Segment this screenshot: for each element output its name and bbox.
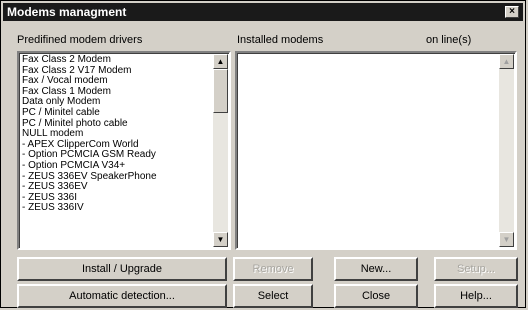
close-button[interactable]: Close — [334, 284, 418, 308]
install-upgrade-button[interactable]: Install / Upgrade — [17, 257, 227, 281]
new-button[interactable]: New... — [334, 257, 418, 281]
predefined-drivers-items: Fax Class 2 Modem Fax Class 2 V17 Modem Fa… — [22, 54, 211, 214]
scroll-down-button[interactable]: ▼ — [213, 232, 228, 247]
scroll-up-button[interactable]: ▲ — [213, 54, 228, 69]
list-item[interactable]: PC / Minitel cable — [22, 107, 211, 119]
arrow-down-icon: ▼ — [502, 235, 511, 244]
scroll-thumb[interactable] — [213, 69, 228, 113]
arrow-down-icon: ▼ — [216, 235, 225, 244]
installed-modems-label: Installed modems — [237, 34, 324, 46]
list-item[interactable]: - Option PCMCIA V34+ — [22, 160, 211, 172]
help-button[interactable]: Help... — [434, 284, 518, 308]
installed-modems-scrollbar[interactable]: ▲ ▼ — [499, 54, 514, 247]
arrow-up-icon: ▲ — [502, 57, 511, 66]
predefined-drivers-scrollbar[interactable]: ▲ ▼ — [213, 54, 228, 247]
window-title: Modems managment — [7, 5, 127, 19]
list-item[interactable]: - ZEUS 336IV — [22, 203, 211, 214]
title-bar: Modems managment × — [3, 3, 523, 21]
arrow-up-icon: ▲ — [216, 57, 225, 66]
installed-modems-list[interactable]: ▲ ▼ — [235, 51, 517, 250]
list-item[interactable]: Fax Class 2 Modem — [22, 54, 211, 66]
online-status-header: on line(s) — [426, 34, 472, 46]
predefined-drivers-label: Predifined modem drivers — [17, 34, 143, 46]
close-window-button[interactable]: × — [505, 6, 519, 18]
predefined-drivers-list[interactable]: Fax Class 2 Modem Fax Class 2 V17 Modem Fa… — [17, 51, 231, 250]
automatic-detection-button[interactable]: Automatic detection... — [17, 284, 227, 308]
select-button[interactable]: Select — [233, 284, 313, 308]
scroll-up-button[interactable]: ▲ — [499, 54, 514, 69]
remove-button[interactable]: Remove — [233, 257, 313, 281]
setup-button[interactable]: Setup... — [434, 257, 518, 281]
scroll-down-button[interactable]: ▼ — [499, 232, 514, 247]
modems-management-window: Modems managment × Predifined modem driv… — [0, 0, 526, 308]
close-icon: × — [509, 6, 515, 17]
